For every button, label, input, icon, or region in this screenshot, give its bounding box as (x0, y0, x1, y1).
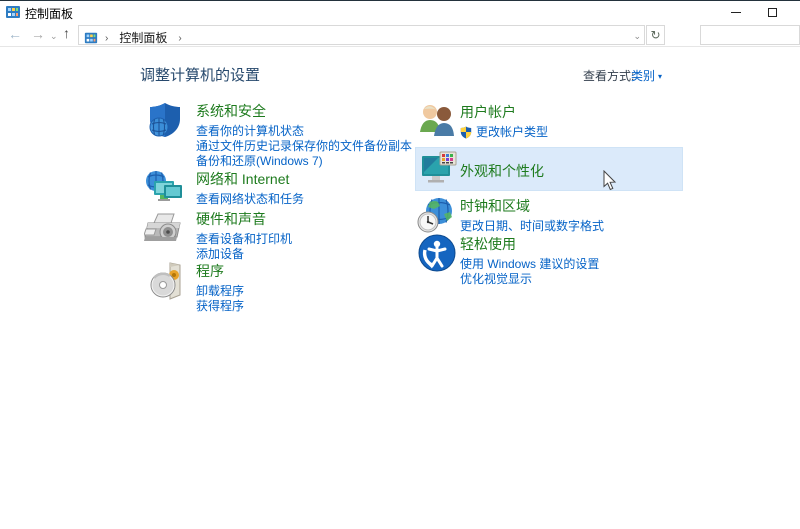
link-programs[interactable]: 程序 (196, 261, 244, 281)
link-ease-of-access[interactable]: 轻松使用 (460, 234, 599, 254)
view-by-value: 类别 (631, 69, 656, 83)
title-bar[interactable]: 控制面板 (0, 1, 800, 23)
back-icon[interactable]: ← (8, 27, 22, 41)
control-panel-icon (5, 4, 21, 25)
user-accounts-icon[interactable] (418, 102, 456, 143)
link-check-computer-status[interactable]: 查看你的计算机状态 (196, 124, 412, 139)
link-change-date-time-format[interactable]: 更改日期、时间或数字格式 (460, 219, 604, 234)
link-get-programs[interactable]: 获得程序 (196, 299, 244, 314)
link-user-accounts[interactable]: 用户帐户 (460, 102, 548, 122)
view-by-dropdown[interactable]: 类别 ▾ (631, 67, 662, 84)
refresh-button[interactable]: ↻ (646, 25, 665, 45)
link-network-internet[interactable]: 网络和 Internet (196, 169, 304, 189)
history-dropdown-icon[interactable]: ⌄ (50, 29, 58, 43)
chevron-down-icon: ▾ (658, 72, 663, 81)
link-uninstall-program[interactable]: 卸载程序 (196, 284, 244, 299)
maximize-button[interactable] (756, 1, 788, 23)
minimize-icon (731, 11, 741, 13)
clock-globe-icon[interactable] (416, 196, 454, 239)
page-title: 调整计算机的设置 (140, 67, 261, 84)
ease-of-access-icon[interactable] (418, 234, 456, 277)
link-change-account-type[interactable]: 更改帐户类型 (476, 125, 548, 140)
security-shield-icon[interactable] (146, 101, 184, 144)
link-add-device[interactable]: 添加设备 (196, 247, 292, 262)
uac-shield-icon (460, 126, 472, 139)
link-backup-restore-win7[interactable]: 备份和还原(Windows 7) (196, 154, 412, 169)
link-clock-region[interactable]: 时钟和区域 (460, 196, 604, 216)
window-title: 控制面板 (25, 7, 74, 21)
maximize-icon (767, 7, 777, 17)
up-icon[interactable]: ↑ (63, 26, 70, 40)
breadcrumb-location-icon (84, 31, 98, 45)
mouse-cursor (603, 169, 617, 196)
link-file-history-backup[interactable]: 通过文件历史记录保存你的文件备份副本 (196, 139, 412, 154)
forward-icon[interactable]: → (31, 27, 45, 41)
appearance-monitor-icon[interactable] (420, 150, 458, 193)
breadcrumb-control-panel[interactable]: 控制面板 (115, 28, 171, 47)
control-panel-window: 控制面板 ← → ⌄ ↑ › 控制面板 › ⌄ ↻ 调整计算机的设置 查看方式:… (0, 0, 800, 529)
navigation-toolbar: ← → ⌄ ↑ › 控制面板 › ⌄ ↻ (0, 23, 800, 47)
link-view-network-status[interactable]: 查看网络状态和任务 (196, 192, 304, 207)
address-bar[interactable]: › 控制面板 › ⌄ (78, 25, 645, 45)
view-by-label: 查看方式: (583, 69, 635, 83)
link-view-devices-printers[interactable]: 查看设备和打印机 (196, 232, 292, 247)
link-hardware-sound[interactable]: 硬件和声音 (196, 209, 292, 229)
link-windows-suggested-settings[interactable]: 使用 Windows 建议的设置 (460, 257, 599, 272)
link-system-security[interactable]: 系统和安全 (196, 101, 412, 121)
link-appearance-personalization[interactable]: 外观和个性化 (460, 161, 544, 181)
refresh-icon: ↻ (650, 28, 661, 42)
link-optimize-visual-display[interactable]: 优化视觉显示 (460, 272, 599, 287)
address-dropdown-icon[interactable]: ⌄ (633, 31, 641, 42)
network-globe-icon[interactable] (144, 169, 184, 212)
printer-icon[interactable] (143, 211, 184, 252)
program-disc-icon[interactable] (150, 261, 184, 306)
minimize-button[interactable] (720, 1, 752, 23)
breadcrumb-chevron[interactable]: › (105, 32, 108, 44)
breadcrumb-chevron-trailing[interactable]: › (178, 32, 181, 44)
search-input[interactable] (700, 25, 800, 45)
